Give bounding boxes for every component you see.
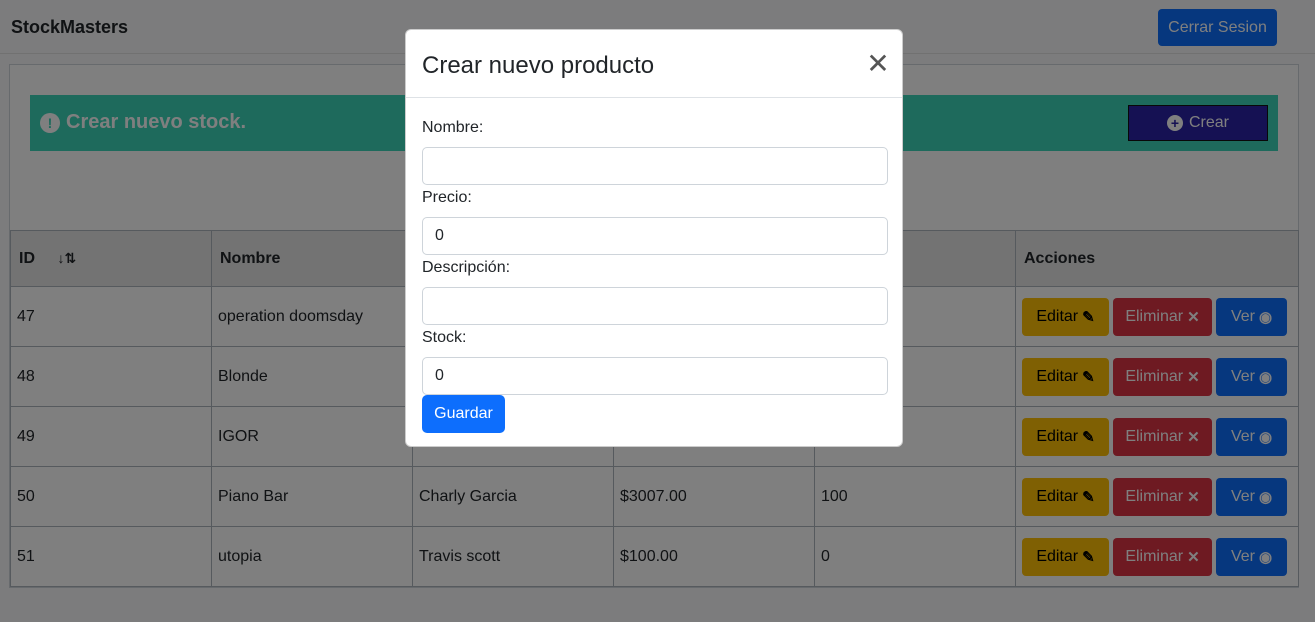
name-label: Nombre: xyxy=(422,119,484,136)
stock-field[interactable] xyxy=(422,357,888,395)
modal-title: Crear nuevo producto xyxy=(422,52,655,79)
save-button[interactable]: Guardar xyxy=(422,395,505,433)
create-product-modal: Crear nuevo producto ✕ Nombre: Precio: D… xyxy=(405,29,903,447)
stock-label: Stock: xyxy=(422,329,467,346)
name-field[interactable] xyxy=(422,147,888,185)
price-label: Precio: xyxy=(422,189,472,206)
price-field[interactable] xyxy=(422,217,888,255)
close-icon[interactable]: ✕ xyxy=(866,50,890,78)
modal-header: Crear nuevo producto ✕ xyxy=(406,30,902,98)
description-field[interactable] xyxy=(422,287,888,325)
description-label: Descripción: xyxy=(422,259,511,276)
